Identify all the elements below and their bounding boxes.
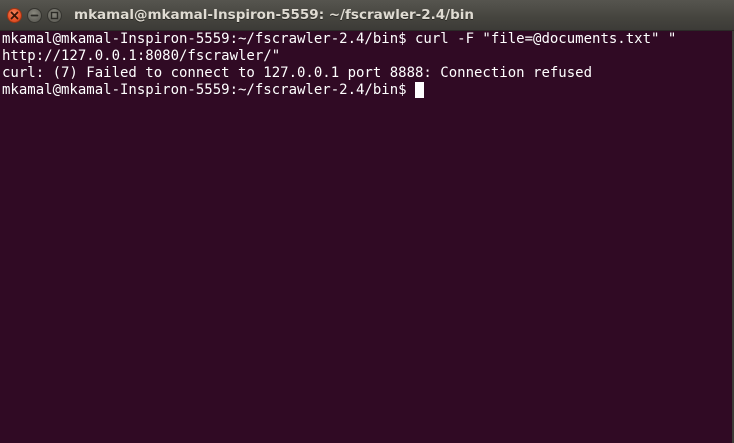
maximize-button[interactable] [47,8,62,23]
window-title: mkamal@mkamal-Inspiron-5559: ~/fscrawler… [74,7,474,23]
maximize-icon [50,11,59,20]
terminal-line-prompt: mkamal@mkamal-Inspiron-5559:~/fscrawler-… [2,82,734,99]
prompt-text: mkamal@mkamal-Inspiron-5559:~/fscrawler-… [2,82,407,98]
terminal-line-command-continued: http://127.0.0.1:8080/fscrawler/" [2,48,281,64]
terminal-line-error: curl: (7) Failed to connect to 127.0.0.1… [2,65,593,81]
minimize-icon [30,14,39,17]
terminal-line-command: mkamal@mkamal-Inspiron-5559:~/fscrawler-… [2,31,677,47]
close-icon [10,11,19,20]
title-bar[interactable]: mkamal@mkamal-Inspiron-5559: ~/fscrawler… [0,0,734,31]
terminal-output[interactable]: mkamal@mkamal-Inspiron-5559:~/fscrawler-… [0,31,734,443]
terminal-window: mkamal@mkamal-Inspiron-5559: ~/fscrawler… [0,0,734,443]
minimize-button[interactable] [27,8,42,23]
close-button[interactable] [7,8,22,23]
text-cursor [414,82,424,98]
